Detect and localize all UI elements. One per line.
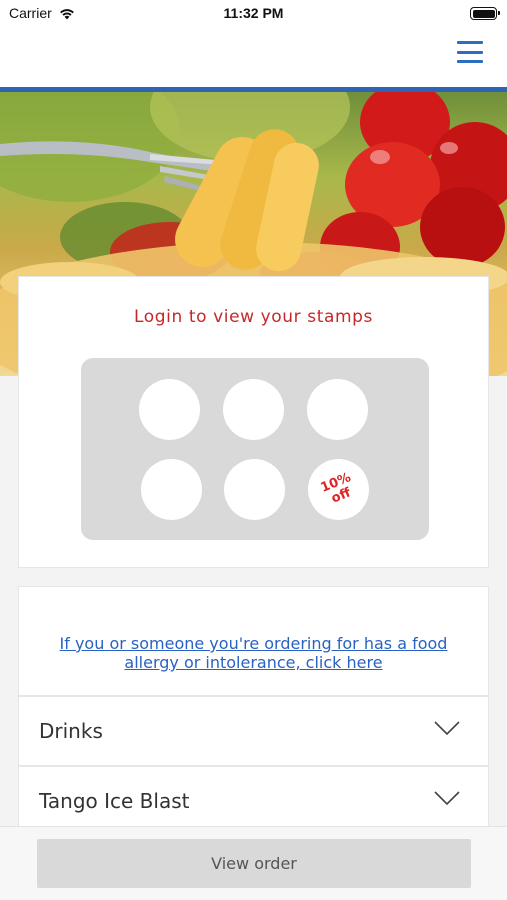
app-header xyxy=(0,30,507,87)
chevron-down-icon xyxy=(434,721,460,736)
stamp-slot xyxy=(141,459,202,520)
hamburger-menu-icon[interactable] xyxy=(457,41,483,63)
bottom-action-bar: View order xyxy=(0,826,507,900)
category-label: Drinks xyxy=(39,719,103,743)
loyalty-stamp-card: Login to view your stamps 10% off xyxy=(18,276,489,568)
reward-label: 10% off xyxy=(318,469,353,507)
stamp-reward-slot: 10% off xyxy=(308,459,369,520)
allergy-info-link[interactable]: If you or someone you're ordering for ha… xyxy=(41,634,466,672)
category-row-drinks[interactable]: Drinks xyxy=(18,696,489,766)
stamp-slot xyxy=(224,459,285,520)
stamp-slot xyxy=(223,379,284,440)
status-time: 11:32 PM xyxy=(223,5,284,21)
chevron-down-icon xyxy=(434,791,460,806)
allergy-info-card: If you or someone you're ordering for ha… xyxy=(18,586,489,696)
status-bar: Carrier 11:32 PM xyxy=(0,0,507,30)
stamp-login-prompt[interactable]: Login to view your stamps xyxy=(19,307,488,327)
stamp-grid: 10% off xyxy=(81,358,429,540)
stamp-slot xyxy=(307,379,368,440)
view-order-button[interactable]: View order xyxy=(37,839,471,888)
battery-icon xyxy=(470,7,500,20)
category-label: Tango Ice Blast xyxy=(39,789,190,813)
stamp-slot xyxy=(139,379,200,440)
